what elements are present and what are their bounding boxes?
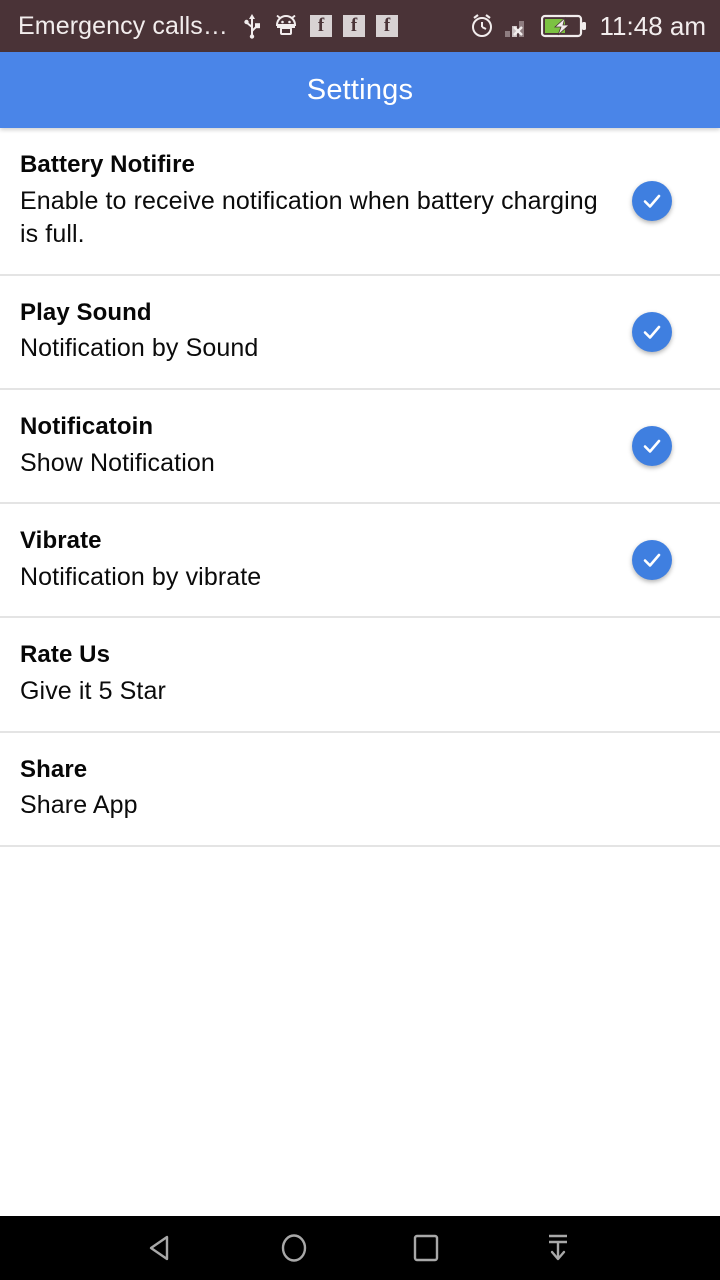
check-icon[interactable]	[632, 540, 672, 581]
hide-navbar-button[interactable]	[492, 1216, 624, 1280]
facebook-icon: f	[343, 15, 365, 37]
settings-row-title: Battery Notifire	[20, 151, 195, 178]
settings-row-text: Notificatoin Show Notification	[20, 412, 630, 480]
facebook-icon: f	[376, 15, 398, 37]
page-title: Settings	[306, 73, 414, 106]
settings-row-text: Share Share App	[20, 755, 630, 823]
no-signal-icon	[504, 13, 532, 39]
status-system-icons: 11:48 am	[469, 11, 706, 42]
settings-row-toggle	[630, 652, 674, 696]
facebook-icon: f	[310, 15, 332, 37]
clock-label: 11:48 am	[599, 10, 706, 41]
back-triangle-icon	[149, 1235, 169, 1261]
check-icon[interactable]	[632, 311, 672, 352]
status-bar: Emergency calls… f f f 11:48 am	[0, 0, 720, 52]
settings-row-subtitle: Show Notification	[20, 448, 215, 477]
app-bar: Settings	[0, 52, 720, 128]
recents-square-icon	[413, 1234, 439, 1262]
settings-row-title: Vibrate	[20, 527, 102, 555]
settings-row-text: Play Sound Notification by Sound	[20, 298, 630, 366]
carrier-label: Emergency calls…	[18, 11, 228, 40]
settings-row-title: Notificatoin	[20, 412, 154, 440]
check-icon[interactable]	[632, 180, 672, 221]
home-button[interactable]	[228, 1216, 360, 1280]
back-button[interactable]	[96, 1216, 228, 1280]
settings-row-subtitle: Enable to receive notification when batt…	[20, 186, 598, 249]
check-icon[interactable]	[632, 426, 672, 467]
recents-button[interactable]	[360, 1216, 492, 1280]
settings-row-toggle[interactable]	[630, 538, 674, 582]
settings-row-toggle	[630, 767, 674, 811]
usb-icon	[242, 13, 262, 39]
settings-row-vibrate[interactable]: Vibrate Notification by vibrate	[0, 504, 720, 619]
settings-row-toggle[interactable]	[630, 424, 674, 468]
system-navigation-bar	[0, 1216, 720, 1280]
settings-row-title: Share	[20, 755, 88, 783]
settings-row-toggle[interactable]	[630, 179, 674, 223]
alarm-clock-icon	[469, 13, 495, 39]
settings-row-notification[interactable]: Notificatoin Show Notification	[0, 389, 720, 505]
settings-row-battery-notifire[interactable]: Battery Notifire Enable to receive notifi…	[0, 128, 720, 276]
home-circle-icon	[281, 1234, 307, 1262]
settings-row-title: Rate Us	[20, 641, 111, 669]
settings-list: Battery Notifire Enable to receive notifi…	[0, 128, 720, 1216]
settings-row-subtitle: Notification by vibrate	[20, 562, 262, 591]
status-notification-icons: f f f	[242, 13, 398, 39]
settings-row-subtitle: Share App	[20, 791, 138, 820]
phone-screen: Emergency calls… f f f 11:48 am Settings…	[0, 0, 720, 1280]
settings-row-title: Play Sound	[20, 298, 152, 326]
settings-row-text: Rate Us Give it 5 Star	[20, 640, 630, 708]
settings-row-text: Battery Notifire Enable to receive notifi…	[20, 150, 630, 252]
settings-row-subtitle: Notification by Sound	[20, 334, 259, 363]
settings-row-share[interactable]: Share Share App	[0, 732, 720, 847]
settings-row-text: Vibrate Notification by vibrate	[20, 526, 630, 594]
hide-navbar-arrow-icon	[549, 1234, 567, 1261]
android-icon	[273, 15, 299, 37]
settings-row-toggle[interactable]	[630, 310, 674, 354]
settings-row-play-sound[interactable]: Play Sound Notification by Sound	[0, 275, 720, 390]
settings-row-rate-us[interactable]: Rate Us Give it 5 Star	[0, 618, 720, 733]
settings-row-subtitle: Give it 5 Star	[20, 677, 166, 706]
battery-charging-icon	[540, 14, 587, 38]
